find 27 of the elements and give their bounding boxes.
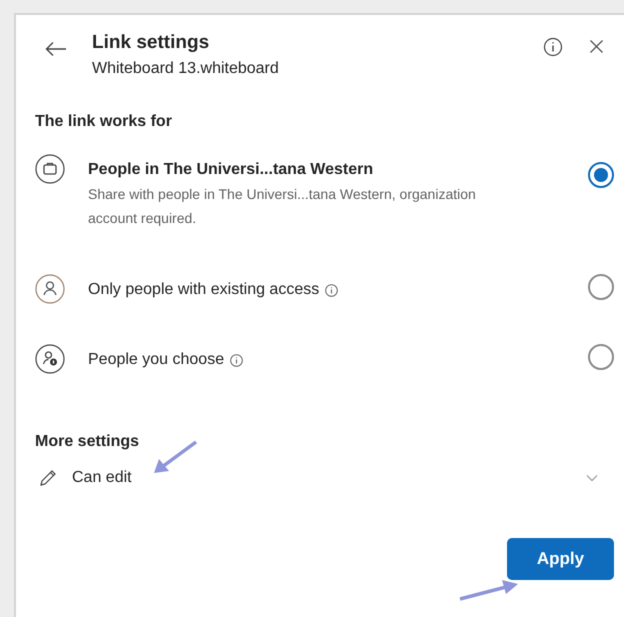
section-title: The link works for bbox=[35, 112, 173, 132]
annotation-arrow bbox=[152, 440, 198, 476]
info-icon bbox=[543, 37, 563, 57]
info-button[interactable] bbox=[543, 37, 563, 57]
dialog-title: Link settings bbox=[92, 31, 210, 55]
person-lock-icon bbox=[35, 344, 65, 374]
info-icon[interactable] bbox=[325, 284, 338, 296]
chevron-down-icon bbox=[586, 474, 598, 482]
back-arrow-icon bbox=[45, 41, 67, 57]
option-title: Only people with existing access bbox=[88, 280, 320, 300]
close-button[interactable] bbox=[589, 39, 604, 54]
radio-button[interactable] bbox=[588, 344, 614, 370]
option-title: People you choose bbox=[88, 350, 224, 370]
pencil-icon bbox=[38, 468, 58, 488]
annotation-arrow bbox=[458, 578, 520, 602]
option-description: Share with people in The Universi...tana Western, organization account required. bbox=[88, 185, 477, 228]
permission-dropdown[interactable]: Can edit bbox=[38, 466, 598, 490]
radio-button[interactable] bbox=[588, 162, 614, 188]
briefcase-icon bbox=[35, 154, 65, 184]
section-title: More settings bbox=[35, 432, 140, 452]
info-icon[interactable] bbox=[230, 354, 244, 366]
close-icon bbox=[589, 39, 604, 54]
apply-button[interactable]: Apply bbox=[507, 538, 614, 580]
option-title: People in The Universi...tana Western bbox=[88, 160, 374, 180]
radio-button[interactable] bbox=[588, 274, 614, 300]
file-name: Whiteboard 13.whiteboard bbox=[92, 59, 280, 79]
person-icon bbox=[35, 274, 65, 304]
